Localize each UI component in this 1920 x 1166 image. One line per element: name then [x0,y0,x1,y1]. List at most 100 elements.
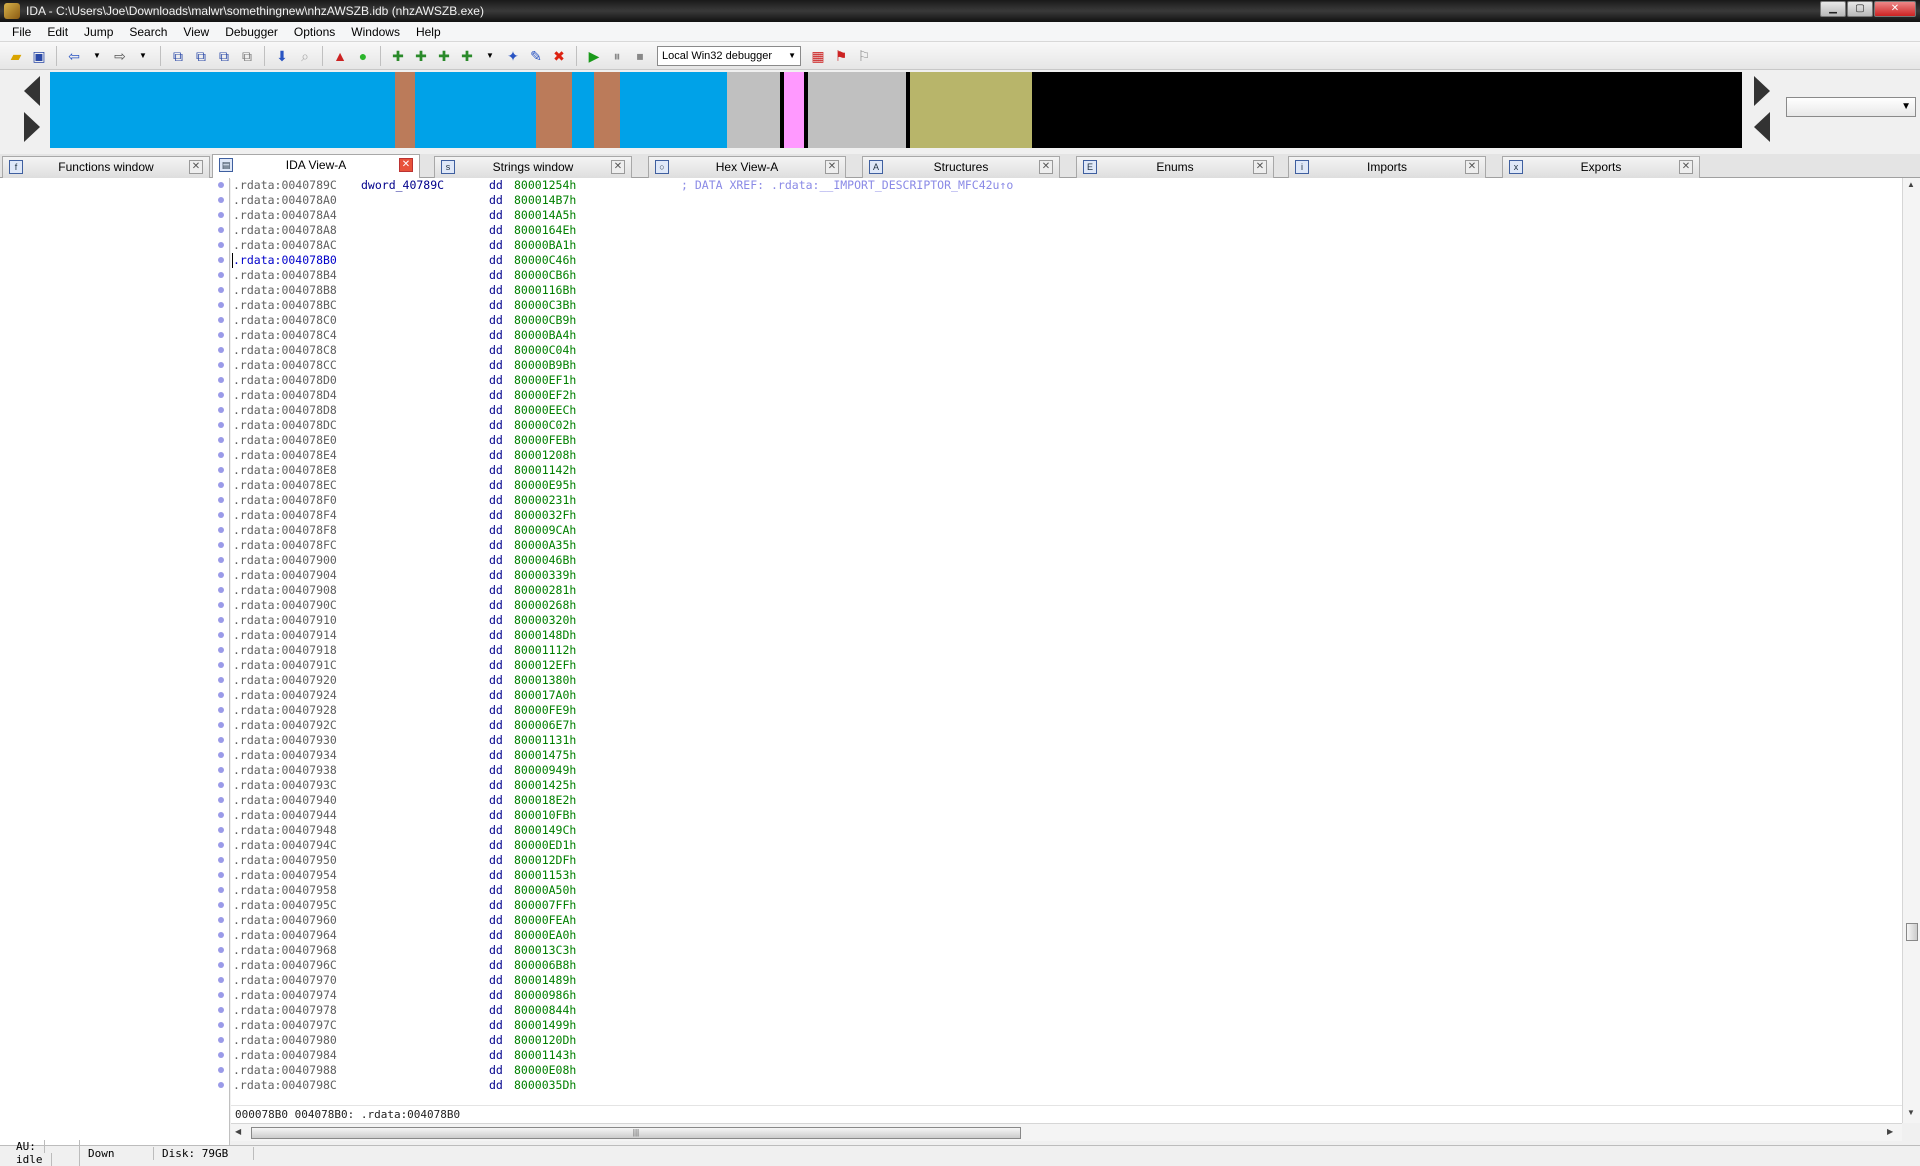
line-operand[interactable]: 800018E2h [514,793,576,808]
disasm-line[interactable]: .rdata:00407960 dd 80000FEAh [231,913,1891,928]
disasm-line[interactable]: .rdata:00407944 dd 800010FBh [231,808,1891,823]
line-address[interactable]: .rdata:0040789C [233,178,337,193]
line-address[interactable]: .rdata:004078E8 [233,463,337,478]
line-operand[interactable]: 80000CB9h [514,313,576,328]
line-address[interactable]: .rdata:00407938 [233,763,337,778]
line-address[interactable]: .rdata:00407964 [233,928,337,943]
line-address[interactable]: .rdata:004078AC [233,238,337,253]
line-address[interactable]: .rdata:004078B4 [233,268,337,283]
graph-icon[interactable]: ▲ [330,46,350,66]
line-operand[interactable]: 80001153h [514,868,576,883]
close-window-button[interactable]: ✕ [1874,1,1916,17]
disasm-line[interactable]: .rdata:0040791C dd 800012EFh [231,658,1891,673]
line-operand[interactable]: 80000339h [514,568,576,583]
disasm-line[interactable]: .rdata:00407940 dd 800018E2h [231,793,1891,808]
line-address[interactable]: .rdata:00407960 [233,913,337,928]
nav-band-select[interactable]: ▼ [1786,97,1916,117]
line-operand[interactable]: 8000116Bh [514,283,576,298]
close-tab-icon[interactable]: ✕ [1679,160,1693,174]
disasm-line[interactable]: .rdata:00407914 dd 8000148Dh [231,628,1891,643]
disasm-line[interactable]: .rdata:004078DC dd 80000C02h [231,418,1891,433]
tab-ida-view-a[interactable]: ▤ IDA View-A ✕ [212,154,420,179]
disasm-line[interactable]: .rdata:004078E0 dd 80000FEBh [231,433,1891,448]
line-operand[interactable]: 80001475h [514,748,576,763]
disasm-line[interactable]: .rdata:004078C4 dd 80000BA4h [231,328,1891,343]
jump-down-icon[interactable]: ⬇ [272,46,292,66]
line-address[interactable]: .rdata:004078A4 [233,208,337,223]
line-operand[interactable]: 80000FE9h [514,703,576,718]
back-arrow-icon[interactable]: ⇦ [64,46,84,66]
nav-left-end-arrow-icon[interactable] [1754,112,1770,142]
disasm-line[interactable]: .rdata:004078CC dd 80000B9Bh [231,358,1891,373]
line-operand[interactable]: 8000046Bh [514,553,576,568]
tab-strings-window[interactable]: s Strings window ✕ [434,156,632,178]
line-operand[interactable]: 80000C02h [514,418,576,433]
scroll-left-icon[interactable]: ◀ [235,1127,241,1136]
disasm-line[interactable]: .rdata:00407934 dd 80001475h [231,748,1891,763]
debug-options-icon[interactable]: ▦ [808,46,828,66]
menu-options[interactable]: Options [286,25,343,39]
green-circle-icon[interactable]: ● [353,46,373,66]
line-address[interactable]: .rdata:00407900 [233,553,337,568]
line-operand[interactable]: 80001143h [514,1048,576,1063]
line-address[interactable]: .rdata:004078B0 [233,253,337,268]
disasm-line[interactable]: .rdata:00407918 dd 80001112h [231,643,1891,658]
disasm-line[interactable]: .rdata:004078F4 dd 8000032Fh [231,508,1891,523]
dropdown-arrow-icon[interactable]: ▼ [480,46,500,66]
minimize-button[interactable]: ▁ [1820,1,1846,17]
tab-imports[interactable]: i Imports ✕ [1288,156,1486,178]
line-operand[interactable]: 800009CAh [514,523,576,538]
tab-hex-view-a[interactable]: ○ Hex View-A ✕ [648,156,846,178]
disasm-line[interactable]: .rdata:004078EC dd 80000E95h [231,478,1891,493]
close-tab-icon[interactable]: ✕ [189,160,203,174]
line-address[interactable]: .rdata:00407948 [233,823,337,838]
line-address[interactable]: .rdata:0040798C [233,1078,337,1093]
stop-process-icon[interactable]: ⏹ [630,46,650,66]
line-address[interactable]: .rdata:0040796C [233,958,337,973]
line-operand[interactable]: 80000EF2h [514,388,576,403]
disasm-line[interactable]: .rdata:00407980 dd 8000120Dh [231,1033,1891,1048]
tab-enums[interactable]: E Enums ✕ [1076,156,1274,178]
line-address[interactable]: .rdata:00407958 [233,883,337,898]
close-tab-icon[interactable]: ✕ [1253,160,1267,174]
scroll-down-icon[interactable]: ▼ [1907,1108,1915,1117]
line-address[interactable]: .rdata:004078FC [233,538,337,553]
line-operand[interactable]: 80000844h [514,1003,576,1018]
line-address[interactable]: .rdata:00407988 [233,1063,337,1078]
line-address[interactable]: .rdata:004078B8 [233,283,337,298]
line-address[interactable]: .rdata:004078F8 [233,523,337,538]
line-address[interactable]: .rdata:0040797C [233,1018,337,1033]
line-address[interactable]: .rdata:0040795C [233,898,337,913]
breakpoint-add-icon[interactable]: ✦ [503,46,523,66]
line-operand[interactable]: 80001489h [514,973,576,988]
detach-process-icon[interactable]: ⚐ [854,46,874,66]
vertical-scrollbar[interactable]: ▲ ▼ [1902,178,1920,1123]
line-address[interactable]: .rdata:00407934 [233,748,337,763]
disasm-line[interactable]: .rdata:00407968 dd 800013C3h [231,943,1891,958]
line-operand[interactable]: 80001380h [514,673,576,688]
line-address[interactable]: .rdata:00407944 [233,808,337,823]
line-operand[interactable]: 8000148Dh [514,628,576,643]
line-operand[interactable]: 80000C3Bh [514,298,576,313]
text-search-icon[interactable]: ⧉ [191,46,211,66]
disasm-line[interactable]: .rdata:0040792C dd 800006E7h [231,718,1891,733]
line-address[interactable]: .rdata:00407928 [233,703,337,718]
disasm-line[interactable]: .rdata:00407938 dd 80000949h [231,763,1891,778]
line-address[interactable]: .rdata:0040790C [233,598,337,613]
disasm-line[interactable]: .rdata:004078A8 dd 8000164Eh [231,223,1891,238]
menu-jump[interactable]: Jump [76,25,121,39]
tab-exports[interactable]: x Exports ✕ [1502,156,1700,178]
line-operand[interactable]: 80000A35h [514,538,576,553]
disasm-line[interactable]: .rdata:00407970 dd 80001489h [231,973,1891,988]
close-tab-icon[interactable]: ✕ [1039,160,1053,174]
line-operand[interactable]: 8000032Fh [514,508,576,523]
line-address[interactable]: .rdata:004078BC [233,298,337,313]
line-operand[interactable]: 80000B9Bh [514,358,576,373]
line-operand[interactable]: 800007FFh [514,898,576,913]
close-tab-icon[interactable]: ✕ [611,160,625,174]
close-tab-icon[interactable]: ✕ [825,160,839,174]
line-address[interactable]: .rdata:004078F0 [233,493,337,508]
line-operand[interactable]: 800013C3h [514,943,576,958]
add-structure-icon[interactable]: ✚ [434,46,454,66]
disasm-line[interactable]: .rdata:004078D4 dd 80000EF2h [231,388,1891,403]
